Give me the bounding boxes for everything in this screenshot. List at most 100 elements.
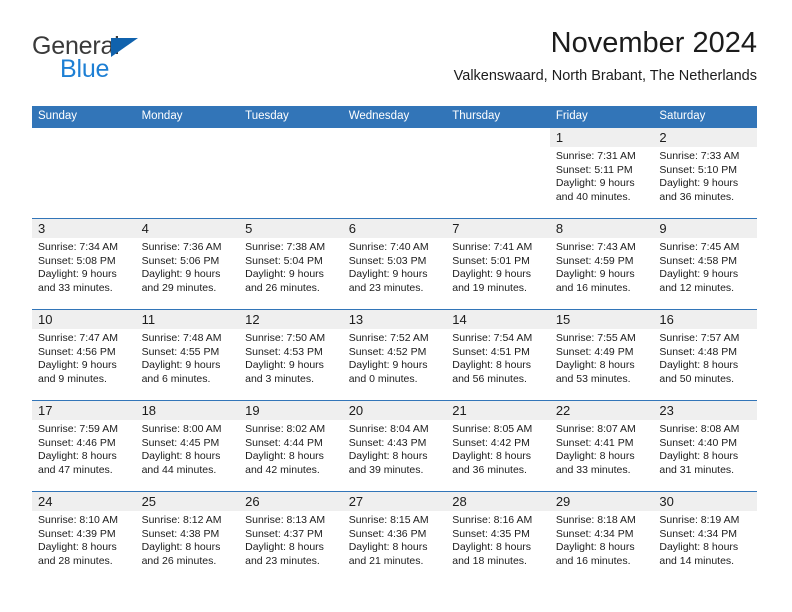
day-cell[interactable]: 2 Sunrise: 7:33 AM Sunset: 5:10 PM Daylight… (653, 128, 757, 218)
calendar-cell: 26 Sunrise: 8:13 AM Sunset: 4:37 PM Dayligh… (239, 491, 343, 583)
day-info-sunrise: Sunrise: 7:41 AM (452, 241, 533, 254)
day-info-sunrise: Sunrise: 8:07 AM (555, 423, 636, 436)
day-cell[interactable]: 18 Sunrise: 8:00 AM Sunset: 4:45 PM Dayligh… (135, 401, 240, 491)
day-sun-info: Sunrise: 7:54 AM Sunset: 4:51 PM Daylight:… (446, 329, 550, 386)
day-cell[interactable]: 11 Sunrise: 7:48 AM Sunset: 4:55 PM Dayligh… (135, 310, 240, 400)
day-sun-info: Sunrise: 8:00 AM Sunset: 4:45 PM Daylight:… (136, 420, 240, 477)
day-number: 9 (659, 221, 667, 237)
day-cell[interactable]: 23 Sunrise: 8:08 AM Sunset: 4:40 PM Dayligh… (653, 401, 757, 491)
day-cell[interactable]: 20 Sunrise: 8:04 AM Sunset: 4:43 PM Dayligh… (342, 401, 447, 491)
day-number: 2 (659, 130, 667, 146)
day-cell[interactable]: 26 Sunrise: 8:13 AM Sunset: 4:37 PM Dayligh… (239, 492, 343, 582)
calendar-cell: 20 Sunrise: 8:04 AM Sunset: 4:43 PM Dayligh… (342, 400, 447, 492)
day-info-sunset: Sunset: 5:03 PM (348, 254, 427, 267)
day-info-sunrise: Sunrise: 7:47 AM (38, 332, 118, 345)
calendar-cell: 27 Sunrise: 8:15 AM Sunset: 4:36 PM Dayligh… (342, 491, 447, 583)
day-cell[interactable]: 9 Sunrise: 7:45 AM Sunset: 4:58 PM Daylight… (653, 219, 757, 309)
day-info-sunset: Sunset: 4:39 PM (38, 527, 116, 540)
calendar-cell: 7 Sunrise: 7:41 AM Sunset: 5:01 PM Daylight… (446, 218, 550, 310)
day-cell[interactable]: 3 Sunrise: 7:34 AM Sunset: 5:08 PM Daylight… (32, 219, 136, 309)
day-info-daylight1: Daylight: 9 hours (452, 268, 532, 281)
day-info-sunrise: Sunrise: 8:15 AM (348, 514, 429, 527)
day-number: 10 (38, 312, 53, 328)
day-number-band: 3 (32, 219, 136, 239)
day-info-sunrise: Sunrise: 7:52 AM (348, 332, 429, 345)
day-info-daylight2: and 26 minutes. (141, 555, 217, 567)
calendar-cell: 12 Sunrise: 7:50 AM Sunset: 4:53 PM Dayligh… (239, 309, 343, 401)
day-cell-empty (446, 128, 550, 218)
day-number: 8 (555, 221, 564, 237)
day-sun-info: Sunrise: 7:31 AM Sunset: 5:11 PM Daylight:… (550, 147, 654, 204)
day-cell[interactable]: 30 Sunrise: 8:19 AM Sunset: 4:34 PM Dayligh… (653, 492, 757, 582)
day-number: 15 (555, 312, 571, 328)
day-number-band: 28 (446, 492, 550, 512)
day-info-sunset: Sunset: 4:59 PM (555, 254, 634, 267)
day-number-band: 8 (549, 219, 654, 239)
day-cell[interactable]: 7 Sunrise: 7:41 AM Sunset: 5:01 PM Daylight… (446, 219, 550, 309)
day-cell[interactable]: 17 Sunrise: 7:59 AM Sunset: 4:46 PM Dayligh… (32, 401, 136, 491)
day-number: 30 (659, 494, 674, 510)
day-info-daylight2: and 23 minutes. (348, 282, 424, 294)
calendar-cell: 25 Sunrise: 8:12 AM Sunset: 4:38 PM Dayligh… (135, 491, 240, 583)
day-cell[interactable]: 16 Sunrise: 7:57 AM Sunset: 4:48 PM Dayligh… (653, 310, 757, 400)
day-sun-info: Sunrise: 7:47 AM Sunset: 4:56 PM Daylight:… (32, 329, 136, 386)
day-info-daylight2: and 33 minutes. (38, 282, 113, 294)
day-cell[interactable]: 15 Sunrise: 7:55 AM Sunset: 4:49 PM Dayligh… (549, 310, 654, 400)
day-number-band: 17 (32, 401, 136, 421)
general-blue-logo[interactable]: General Blue (32, 34, 252, 90)
calendar-cell (135, 128, 240, 219)
day-sun-info: Sunrise: 7:45 AM Sunset: 4:58 PM Daylight:… (653, 238, 757, 295)
day-info-sunset: Sunset: 4:41 PM (555, 436, 634, 449)
day-number: 3 (38, 221, 46, 237)
day-cell[interactable]: 21 Sunrise: 8:05 AM Sunset: 4:42 PM Dayligh… (446, 401, 550, 491)
day-number-band: 1 (549, 128, 654, 148)
day-info-daylight2: and 31 minutes. (659, 464, 735, 476)
day-cell[interactable]: 27 Sunrise: 8:15 AM Sunset: 4:36 PM Dayligh… (342, 492, 447, 582)
day-info-daylight2: and 36 minutes. (659, 191, 735, 203)
day-cell[interactable]: 24 Sunrise: 8:10 AM Sunset: 4:39 PM Dayligh… (32, 492, 136, 582)
day-info-sunset: Sunset: 4:36 PM (348, 527, 427, 540)
day-info-sunrise: Sunrise: 7:31 AM (555, 150, 636, 163)
day-cell[interactable]: 1 Sunrise: 7:31 AM Sunset: 5:11 PM Daylight… (549, 128, 654, 218)
day-cell[interactable]: 4 Sunrise: 7:36 AM Sunset: 5:06 PM Daylight… (135, 219, 240, 309)
day-number: 6 (348, 221, 356, 237)
day-cell[interactable]: 19 Sunrise: 8:02 AM Sunset: 4:44 PM Dayligh… (239, 401, 343, 491)
day-cell[interactable]: 12 Sunrise: 7:50 AM Sunset: 4:53 PM Dayligh… (239, 310, 343, 400)
day-number: 18 (141, 403, 157, 419)
day-cell[interactable]: 28 Sunrise: 8:16 AM Sunset: 4:35 PM Dayligh… (446, 492, 550, 582)
day-info-daylight2: and 6 minutes. (141, 373, 211, 385)
day-cell[interactable]: 8 Sunrise: 7:43 AM Sunset: 4:59 PM Daylight… (549, 219, 654, 309)
day-number: 27 (348, 494, 364, 510)
day-number-band: 26 (239, 492, 343, 512)
day-cell[interactable]: 22 Sunrise: 8:07 AM Sunset: 4:41 PM Dayligh… (549, 401, 654, 491)
day-sun-info: Sunrise: 8:18 AM Sunset: 4:34 PM Daylight:… (550, 511, 654, 568)
day-sun-info: Sunrise: 7:59 AM Sunset: 4:46 PM Daylight:… (32, 420, 136, 477)
day-number: 7 (452, 221, 460, 237)
day-info-daylight2: and 28 minutes. (38, 555, 113, 567)
day-sun-info: Sunrise: 7:34 AM Sunset: 5:08 PM Daylight:… (32, 238, 136, 295)
calendar-cell: 24 Sunrise: 8:10 AM Sunset: 4:39 PM Dayligh… (32, 491, 136, 583)
day-info-daylight2: and 19 minutes. (452, 282, 527, 294)
day-cell[interactable]: 13 Sunrise: 7:52 AM Sunset: 4:52 PM Dayligh… (342, 310, 447, 400)
day-info-daylight2: and 44 minutes. (141, 464, 217, 476)
day-sun-info: Sunrise: 8:12 AM Sunset: 4:38 PM Daylight:… (136, 511, 240, 568)
day-cell[interactable]: 6 Sunrise: 7:40 AM Sunset: 5:03 PM Daylight… (342, 219, 447, 309)
calendar-cell (342, 128, 447, 219)
day-number: 24 (38, 494, 53, 510)
day-cell[interactable]: 29 Sunrise: 8:18 AM Sunset: 4:34 PM Dayligh… (549, 492, 654, 582)
day-number-band: 19 (239, 401, 343, 421)
day-sun-info: Sunrise: 8:10 AM Sunset: 4:39 PM Daylight:… (32, 511, 136, 568)
day-cell[interactable]: 14 Sunrise: 7:54 AM Sunset: 4:51 PM Dayligh… (446, 310, 550, 400)
calendar-cell: 5 Sunrise: 7:38 AM Sunset: 5:04 PM Daylight… (239, 218, 343, 310)
day-cell[interactable]: 5 Sunrise: 7:38 AM Sunset: 5:04 PM Daylight… (239, 219, 343, 309)
day-info-sunrise: Sunrise: 8:10 AM (38, 514, 118, 527)
calendar-cell: 9 Sunrise: 7:45 AM Sunset: 4:58 PM Daylight… (653, 218, 757, 310)
day-info-sunrise: Sunrise: 7:59 AM (38, 423, 118, 436)
day-cell[interactable]: 25 Sunrise: 8:12 AM Sunset: 4:38 PM Dayligh… (135, 492, 240, 582)
day-info-sunset: Sunset: 4:34 PM (555, 527, 634, 540)
day-cell[interactable]: 10 Sunrise: 7:47 AM Sunset: 4:56 PM Dayligh… (32, 310, 136, 400)
day-sun-info: Sunrise: 8:07 AM Sunset: 4:41 PM Daylight:… (550, 420, 654, 477)
weekday-header-friday: Friday (549, 106, 654, 129)
day-sun-info: Sunrise: 7:57 AM Sunset: 4:48 PM Daylight:… (653, 329, 757, 386)
day-info-sunrise: Sunrise: 8:19 AM (659, 514, 740, 527)
